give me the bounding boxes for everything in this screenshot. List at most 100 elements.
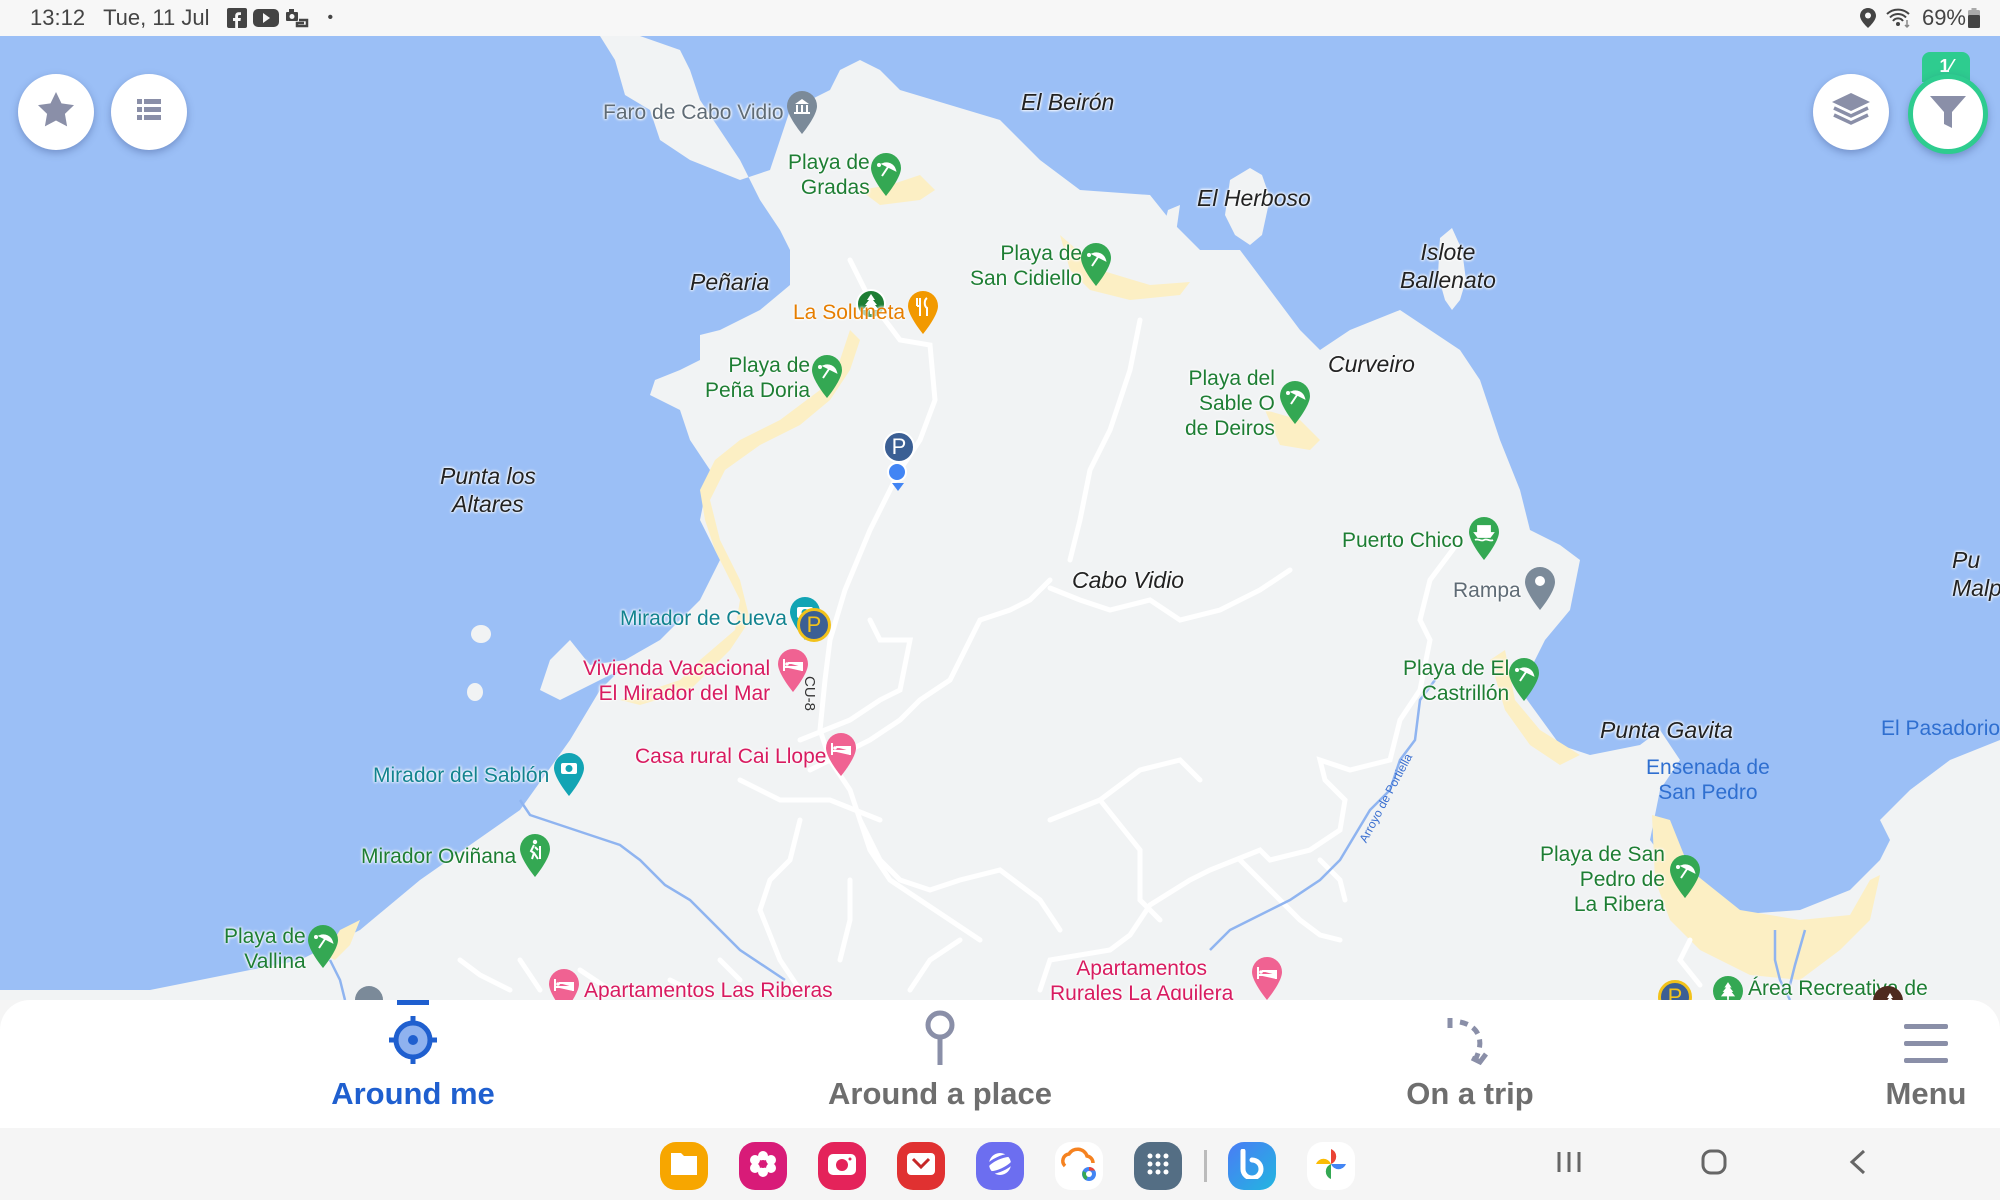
place-label-el-beiron: El Beirón	[1021, 89, 1115, 115]
home-icon	[1701, 1149, 1727, 1180]
app-camera[interactable]	[818, 1142, 866, 1190]
crosshair-icon	[387, 1000, 439, 1072]
poi-label-playa-san-pedro[interactable]: Playa de San Pedro de La Ribera	[1540, 842, 1665, 917]
nav-around-me[interactable]: Around me	[313, 1000, 513, 1128]
bixby-icon	[1238, 1148, 1266, 1184]
app-bixby[interactable]	[1228, 1142, 1276, 1190]
layers-button[interactable]	[1813, 74, 1889, 150]
clock: 13:12	[30, 5, 86, 30]
wifi-icon	[1886, 7, 1912, 29]
bed-icon[interactable]	[1250, 956, 1284, 1000]
youtube-icon	[253, 8, 280, 28]
boat-icon[interactable]	[1467, 516, 1501, 560]
poi-label-mirador-sablon[interactable]: Mirador del Sablón	[373, 763, 549, 788]
museum-icon[interactable]	[785, 90, 819, 134]
bottom-navigation: Around me Around a place On a trip Menu	[0, 1000, 2000, 1128]
place-label-curveiro: Curveiro	[1328, 351, 1415, 377]
nav-label: On a trip	[1406, 1076, 1534, 1111]
list-icon	[137, 98, 161, 127]
poi-label-rampa[interactable]: Rampa	[1453, 578, 1521, 603]
water-label-ensenada-san-pedro: Ensenada de San Pedro	[1646, 756, 1770, 804]
place-label-cabo-vidio: Cabo Vidio	[1072, 567, 1185, 593]
battery-percent: 69%	[1921, 5, 1966, 30]
bed-icon[interactable]	[547, 968, 581, 1000]
poi-label-mirador-ovinana[interactable]: Mirador Oviñana	[361, 844, 516, 869]
beach-umbrella-icon[interactable]	[1079, 242, 1113, 286]
back-button[interactable]	[1838, 1144, 1878, 1184]
nav-label: Menu	[1885, 1076, 1967, 1111]
app-email[interactable]	[897, 1142, 945, 1190]
poi-label-vivienda-vacacional[interactable]: Vivienda Vacacional El Mirador del Mar	[583, 656, 770, 706]
flower-icon	[748, 1149, 778, 1184]
nav-on-a-trip[interactable]: On a trip	[1370, 1000, 1570, 1128]
heading-arrow-icon	[892, 483, 904, 491]
filter-button[interactable]	[1908, 74, 1988, 154]
back-icon	[1849, 1149, 1867, 1180]
poi-label-playa-pena-doria[interactable]: Playa de Peña Doria	[705, 353, 810, 403]
list-view-button[interactable]	[111, 74, 187, 150]
hiker-icon[interactable]	[518, 833, 552, 877]
place-label-punta-gavita: Punta Gavita	[1600, 717, 1733, 743]
cloud-chrome-icon	[1059, 1146, 1099, 1187]
place-label-punta-malp: Pu Malp	[1952, 547, 2000, 601]
samsung-internet-icon	[983, 1147, 1017, 1186]
app-cloud-chrome[interactable]	[1055, 1142, 1103, 1190]
bed-icon[interactable]	[824, 732, 858, 776]
status-bar: 13:12 Tue, 11 Jul • 69%	[0, 0, 2000, 36]
beach-umbrella-icon[interactable]	[810, 354, 844, 398]
nav-around-a-place[interactable]: Around a place	[800, 1000, 1080, 1128]
star-icon	[37, 91, 75, 133]
map-pin-icon[interactable]	[1523, 566, 1557, 610]
place-label-penaria: Peñaria	[690, 269, 770, 295]
date: Tue, 11 Jul	[103, 5, 210, 30]
beach-umbrella-icon[interactable]	[1668, 854, 1702, 898]
poi-label-apartamentos-aquilera[interactable]: Apartamentos Rurales La Aquilera	[1050, 956, 1233, 1000]
poi-label-playa-sable-deiros[interactable]: Playa del Sable O de Deiros	[1185, 366, 1275, 441]
place-label-el-herboso: El Herboso	[1197, 185, 1311, 211]
camera-app-icon	[827, 1151, 857, 1182]
screen-share-icon	[285, 8, 309, 28]
parking-icon[interactable]: P	[883, 431, 915, 463]
beach-umbrella-icon[interactable]	[1507, 657, 1541, 701]
camera-icon[interactable]	[552, 752, 586, 796]
poi-label-faro-cabo-vidio[interactable]: Faro de Cabo Vidio	[603, 100, 784, 125]
fork-knife-icon[interactable]	[906, 290, 940, 334]
recents-button[interactable]	[1549, 1144, 1589, 1184]
poi-label-playa-gradas[interactable]: Playa de Gradas	[788, 150, 870, 200]
bed-icon[interactable]	[776, 648, 810, 692]
app-grid-icon	[1146, 1152, 1170, 1181]
parking-icon[interactable]: P	[797, 608, 831, 642]
beach-umbrella-icon[interactable]	[306, 924, 340, 968]
beach-umbrella-icon[interactable]	[869, 152, 903, 196]
app-drawer[interactable]	[1134, 1142, 1182, 1190]
poi-label-apartamentos-riberas[interactable]: Apartamentos Las Riberas	[584, 978, 833, 1000]
poi-label-playa-castrillon[interactable]: Playa de El Castrillón	[1403, 656, 1509, 706]
recents-icon	[1556, 1151, 1582, 1178]
poi-label-playa-vallina[interactable]: Playa de Vallina	[224, 924, 306, 974]
beach-umbrella-icon[interactable]	[1278, 380, 1312, 424]
app-samsung-internet[interactable]	[976, 1142, 1024, 1190]
app-google-photos[interactable]	[1307, 1142, 1355, 1190]
map-view[interactable]: El Beirón El Herboso Islote Ballenato Pe…	[0, 36, 2000, 1000]
app-blossom[interactable]	[739, 1142, 787, 1190]
place-label-islote-ballenato: Islote Ballenato	[1400, 239, 1496, 293]
filter-icon	[1930, 94, 1966, 135]
poi-label-la-soluneta[interactable]: La Soluneta	[793, 300, 905, 325]
home-button[interactable]	[1694, 1144, 1734, 1184]
more-notifications-dot: •	[327, 9, 334, 26]
poi-label-casa-rural[interactable]: Casa rural Cai Llope	[635, 744, 826, 769]
poi-label-mirador-cueva[interactable]: Mirador de Cueva	[620, 606, 787, 631]
location-icon	[1859, 8, 1876, 28]
email-icon	[906, 1152, 936, 1181]
battery-icon	[1968, 8, 1980, 28]
app-my-files[interactable]	[660, 1142, 708, 1190]
facebook-icon	[227, 8, 248, 28]
water-label-el-pasadorio: El Pasadorio	[1881, 717, 2000, 740]
poi-label-playa-san-cidiello[interactable]: Playa de San Cidiello	[970, 241, 1082, 291]
favorites-button[interactable]	[18, 74, 94, 150]
nav-menu[interactable]: Menu	[1866, 1000, 1986, 1128]
route-icon	[1444, 1000, 1496, 1072]
poi-label-puerto-chico[interactable]: Puerto Chico	[1342, 528, 1463, 553]
place-label-punta-los-altares: Punta los Altares	[440, 463, 536, 517]
tree-icon[interactable]	[1713, 976, 1743, 1000]
